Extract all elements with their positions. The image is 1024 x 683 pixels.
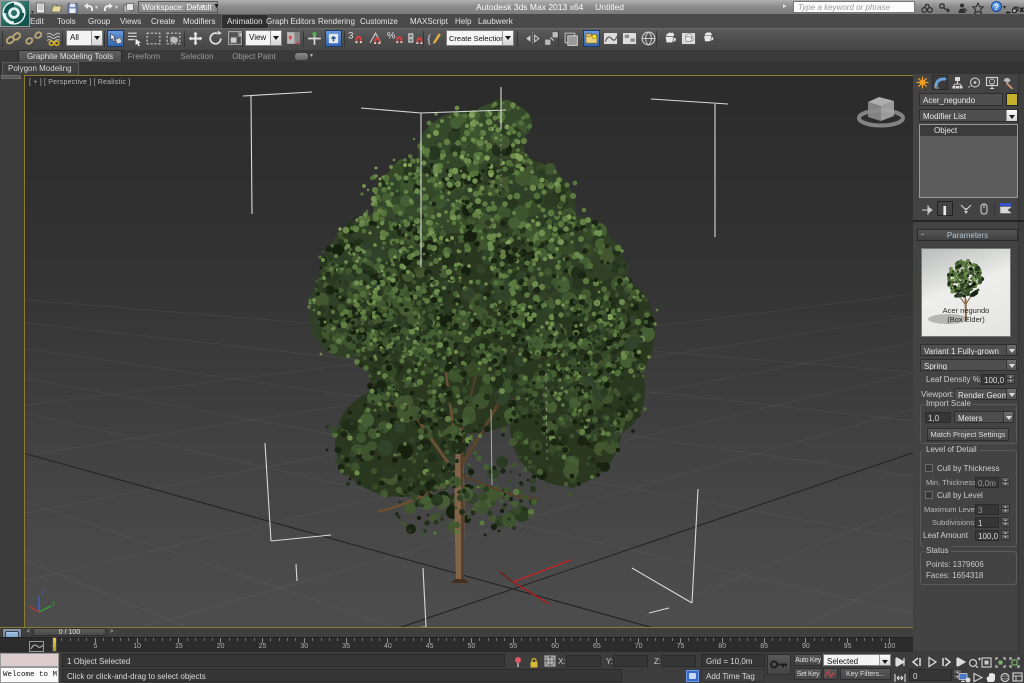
svg-text:3: 3 <box>348 31 353 42</box>
svg-text:Acer negundo: Acer negundo <box>943 306 990 315</box>
svg-text:{: { <box>426 32 432 46</box>
svg-text:%: % <box>387 31 396 42</box>
svg-text:(Box Elder): (Box Elder) <box>947 315 985 324</box>
svg-text:y: y <box>52 601 55 607</box>
svg-text:z: z <box>41 590 44 596</box>
